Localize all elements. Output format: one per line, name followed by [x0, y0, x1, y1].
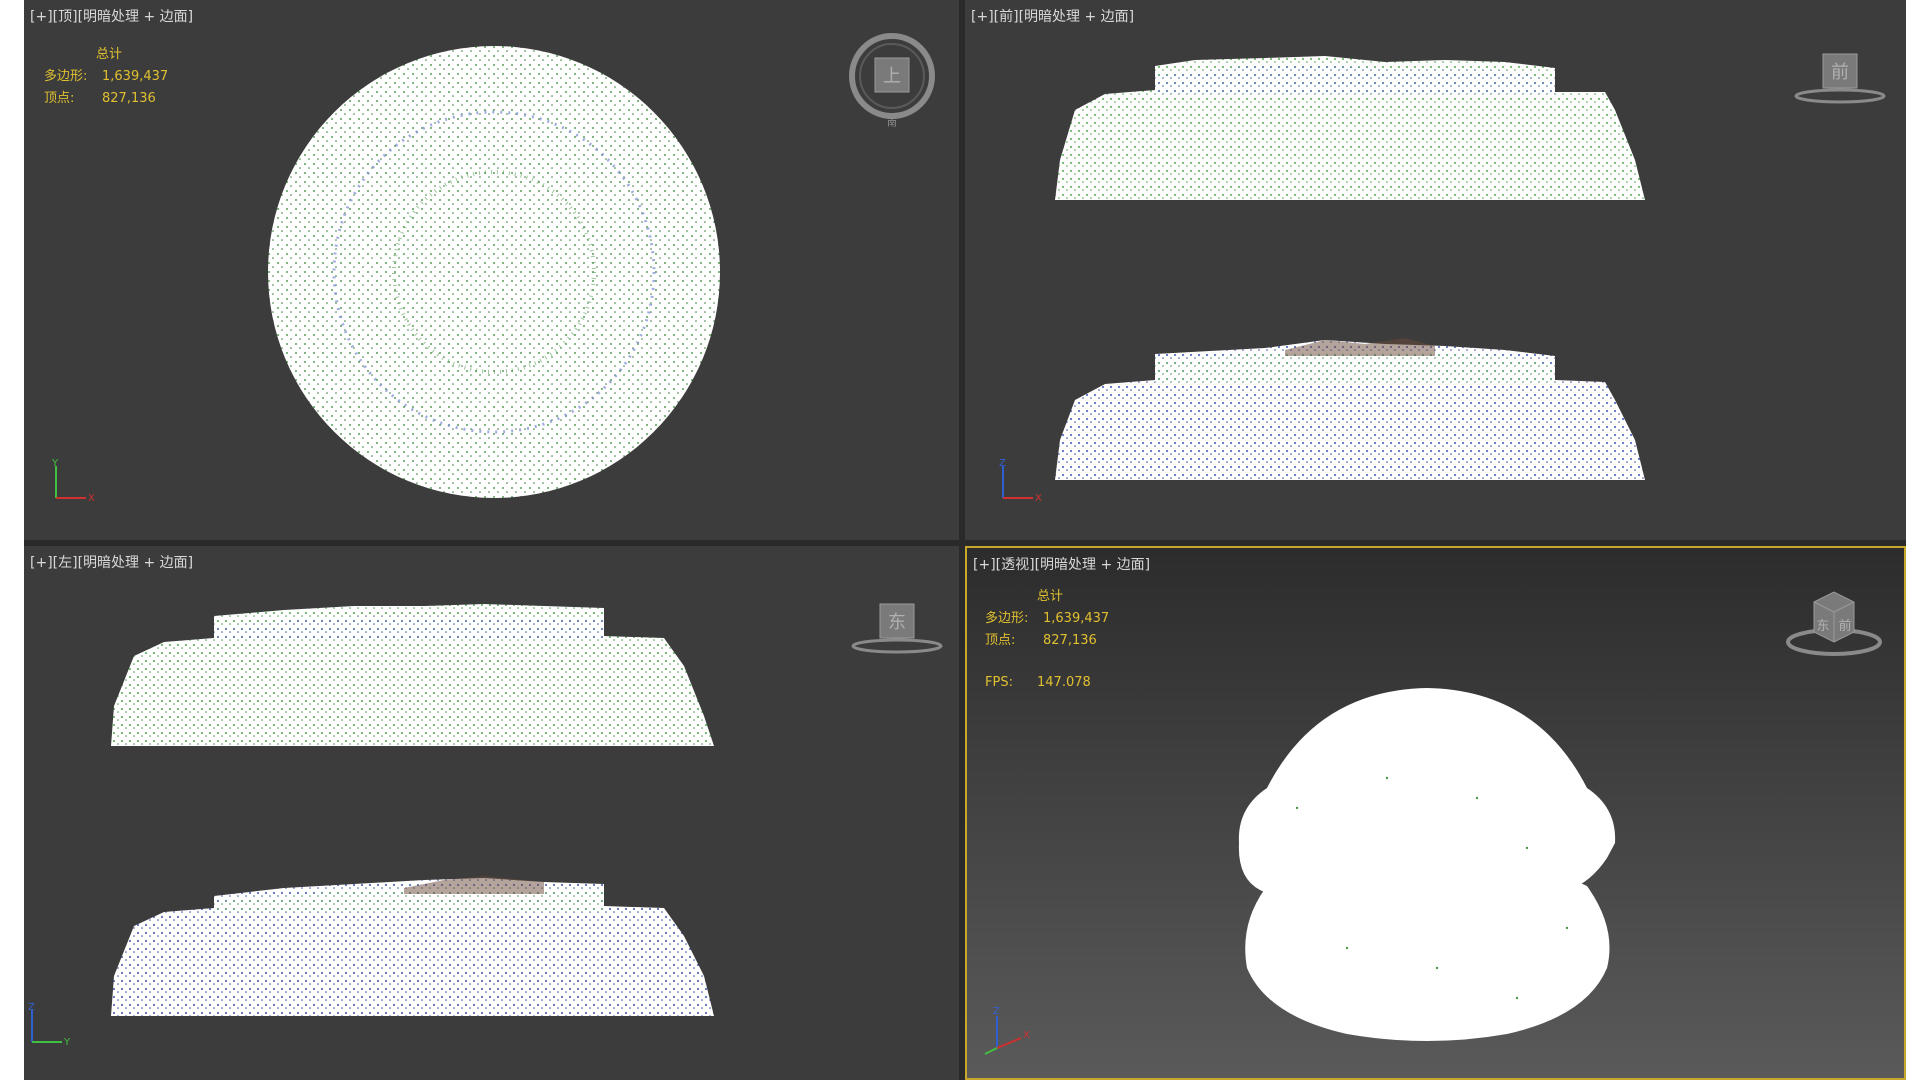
viewcube[interactable]: 上 南: [842, 28, 942, 128]
front-view-canvas: [1055, 56, 1645, 480]
top-view-canvas: [268, 46, 720, 498]
axis-z-label: Z: [993, 1006, 1000, 1017]
axis-gizmo: Y X: [51, 458, 95, 504]
left-view-canvas: [111, 604, 714, 1016]
viewcube[interactable]: 前: [1785, 50, 1895, 110]
viewport-left[interactable]: [+][左][明暗处理 + 边面] 东 Z Y: [24, 546, 959, 1080]
viewcube-face-label: 上: [883, 66, 901, 87]
terrain-mesh-perspective-upper[interactable]: [1238, 688, 1616, 893]
viewcube-face-label: 前: [1831, 62, 1849, 83]
terrain-peak: [1285, 338, 1435, 356]
axis-gizmo: Z X: [984, 1006, 1030, 1055]
axis-y-label: Y: [63, 1037, 71, 1048]
axis-gizmo: Z Y: [28, 1002, 71, 1048]
perspective-view-canvas: [1238, 688, 1616, 1041]
axis-z-label: Z: [28, 1002, 35, 1013]
axis-z-label: Z: [999, 458, 1006, 469]
axis-x-label: X: [88, 493, 95, 504]
terrain-peak: [404, 876, 544, 894]
viewcube[interactable]: 东: [842, 600, 952, 660]
viewport-front[interactable]: [+][前][明暗处理 + 边面] 前 Z X: [965, 0, 1906, 540]
terrain-mesh-perspective-lower[interactable]: [1245, 866, 1610, 1041]
axis-gizmo: Z X: [999, 458, 1042, 504]
viewport-top[interactable]: [+][顶][明暗处理 + 边面] 总计 多边形: 1,639,437 顶点: 82…: [24, 0, 959, 540]
viewcube-face-label: 东: [888, 612, 906, 633]
axis-x-label: X: [1023, 1030, 1030, 1041]
viewport-perspective[interactable]: [+][透视][明暗处理 + 边面] 总计 多边形: 1,639,437 顶点: 8…: [965, 546, 1906, 1080]
viewport-layout: [+][顶][明暗处理 + 边面] 总计 多边形: 1,639,437 顶点: 82…: [24, 0, 1906, 1080]
viewcube[interactable]: 东 前: [1779, 584, 1889, 664]
terrain-mesh-top[interactable]: [268, 46, 720, 498]
axis-x-label: X: [1035, 493, 1042, 504]
compass-south-label: 南: [887, 116, 897, 128]
axis-y-label: Y: [51, 458, 59, 469]
viewcube-face-label: 前: [1838, 618, 1851, 634]
viewcube-face-label: 东: [1816, 619, 1829, 634]
